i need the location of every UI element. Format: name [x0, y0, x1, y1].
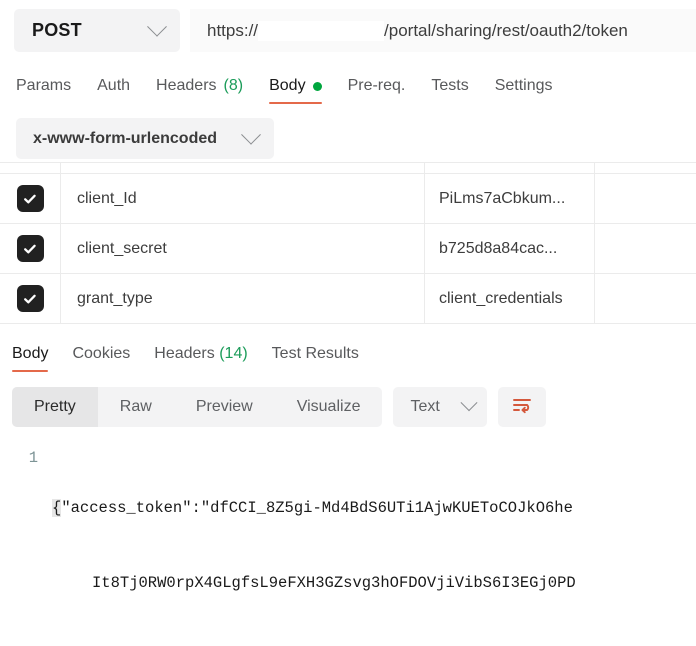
param-key-text: client_secret: [77, 240, 167, 258]
response-format-label: Text: [410, 398, 439, 416]
view-mode-pretty[interactable]: Pretty: [12, 387, 98, 427]
param-key-text: grant_type: [77, 290, 153, 308]
view-mode-preview[interactable]: Preview: [174, 387, 275, 427]
tab-auth[interactable]: Auth: [97, 77, 130, 104]
tab-headers-count: (8): [224, 77, 244, 95]
response-tab-body-label: Body: [12, 345, 48, 362]
param-description-cell[interactable]: [595, 274, 696, 323]
response-tab-headers[interactable]: Headers (14): [154, 345, 247, 372]
code-line-1-wrapped: It8Tj0RW0rpX4GLgfsL9eFXH3GZsvg3hOFDOVjiV…: [52, 571, 696, 596]
body-present-dot-icon: [313, 82, 322, 91]
request-url-bar: POST https:// /portal/sharing/rest/oauth2…: [0, 0, 696, 52]
http-method-dropdown[interactable]: POST: [14, 9, 180, 52]
checkbox-checked-icon: [17, 285, 44, 312]
http-method-label: POST: [32, 20, 82, 41]
response-body-viewer[interactable]: 1 {"access_token":"dfCCI_8Z5gi-Md4BdS6UT…: [0, 446, 696, 646]
tab-body-label: Body: [269, 77, 305, 95]
view-mode-pretty-label: Pretty: [34, 398, 76, 416]
row-enabled-checkbox[interactable]: [0, 174, 61, 223]
url-prefix: https://: [207, 21, 258, 41]
checkbox-checked-icon: [17, 185, 44, 212]
wrap-lines-icon: [511, 395, 533, 420]
tab-params[interactable]: Params: [16, 77, 71, 104]
url-input[interactable]: https:// /portal/sharing/rest/oauth2/toke…: [190, 9, 696, 52]
chevron-down-icon: [147, 16, 167, 36]
tab-headers[interactable]: Headers (8): [156, 77, 243, 104]
response-tab-cookies-label: Cookies: [72, 345, 130, 362]
tab-pre-request[interactable]: Pre-req.: [348, 77, 406, 104]
param-value-text: b725d8a84cac...: [439, 240, 557, 258]
param-value-cell[interactable]: b725d8a84cac...: [425, 224, 595, 273]
code-line-number: 1: [12, 446, 52, 646]
param-value-cell[interactable]: client_credentials: [425, 274, 595, 323]
response-format-dropdown[interactable]: Text: [393, 387, 487, 427]
param-value-cell[interactable]: PiLms7aCbkum...: [425, 174, 595, 223]
code-line-1: {"access_token":"dfCCI_8Z5gi-Md4BdS6UTi1…: [52, 496, 696, 521]
row-enabled-checkbox[interactable]: [0, 274, 61, 323]
param-value-text: PiLms7aCbkum...: [439, 190, 565, 208]
param-description-cell[interactable]: [595, 174, 696, 223]
response-view-toolbar: Pretty Raw Preview Visualize Text: [0, 384, 696, 430]
response-tab-test-results-label: Test Results: [272, 345, 359, 362]
response-tab-body[interactable]: Body: [12, 345, 48, 372]
url-suffix: /portal/sharing/rest/oauth2/token: [384, 21, 628, 41]
param-value-text: client_credentials: [439, 290, 563, 308]
tab-auth-label: Auth: [97, 77, 130, 95]
view-mode-visualize-label: Visualize: [297, 398, 361, 416]
table-row[interactable]: client_Id PiLms7aCbkum...: [0, 174, 696, 224]
response-tab-headers-label: Headers: [154, 345, 214, 362]
response-tab-test-results[interactable]: Test Results: [272, 345, 359, 372]
table-header-strip: [0, 163, 696, 174]
urlencoded-params-table: client_Id PiLms7aCbkum... client_secret …: [0, 162, 696, 324]
chevron-down-icon: [461, 394, 478, 411]
tab-params-label: Params: [16, 77, 71, 95]
param-key-cell[interactable]: client_Id: [61, 174, 425, 223]
view-mode-raw[interactable]: Raw: [98, 387, 174, 427]
tab-settings[interactable]: Settings: [495, 77, 553, 104]
matching-brace-highlight: {: [52, 499, 61, 517]
param-key-text: client_Id: [77, 190, 137, 208]
checkbox-checked-icon: [17, 235, 44, 262]
tab-pre-request-label: Pre-req.: [348, 77, 406, 95]
tab-body[interactable]: Body: [269, 77, 321, 104]
code-line-1-text: "access_token":"dfCCI_8Z5gi-Md4BdS6UTi1A…: [61, 499, 573, 517]
body-type-row: x-www-form-urlencoded: [0, 104, 696, 156]
response-tab-headers-count: (14): [219, 345, 247, 362]
body-type-dropdown[interactable]: x-www-form-urlencoded: [16, 118, 274, 159]
code-content: {"access_token":"dfCCI_8Z5gi-Md4BdS6UTi1…: [52, 446, 696, 646]
tab-headers-label: Headers: [156, 77, 216, 95]
chevron-down-icon: [241, 124, 261, 144]
row-enabled-checkbox[interactable]: [0, 224, 61, 273]
response-tab-cookies[interactable]: Cookies: [72, 345, 130, 372]
view-mode-raw-label: Raw: [120, 398, 152, 416]
body-type-label: x-www-form-urlencoded: [33, 130, 217, 148]
response-view-mode-group: Pretty Raw Preview Visualize: [12, 387, 382, 427]
param-key-cell[interactable]: grant_type: [61, 274, 425, 323]
request-tab-bar: Params Auth Headers (8) Body Pre-req. Te…: [0, 62, 696, 104]
tab-settings-label: Settings: [495, 77, 553, 95]
param-key-cell[interactable]: client_secret: [61, 224, 425, 273]
tab-tests-label: Tests: [431, 77, 468, 95]
response-tab-bar: Body Cookies Headers (14) Test Results: [0, 332, 696, 372]
tab-tests[interactable]: Tests: [431, 77, 468, 104]
code-line-2-text: It8Tj0RW0rpX4GLgfsL9eFXH3GZsvg3hOFDOVjiV…: [92, 574, 576, 592]
param-description-cell[interactable]: [595, 224, 696, 273]
table-row[interactable]: grant_type client_credentials: [0, 274, 696, 324]
url-redaction-box: [258, 21, 384, 41]
table-row[interactable]: client_secret b725d8a84cac...: [0, 224, 696, 274]
view-mode-preview-label: Preview: [196, 398, 253, 416]
view-mode-visualize[interactable]: Visualize: [275, 387, 383, 427]
wrap-lines-button[interactable]: [498, 387, 546, 427]
